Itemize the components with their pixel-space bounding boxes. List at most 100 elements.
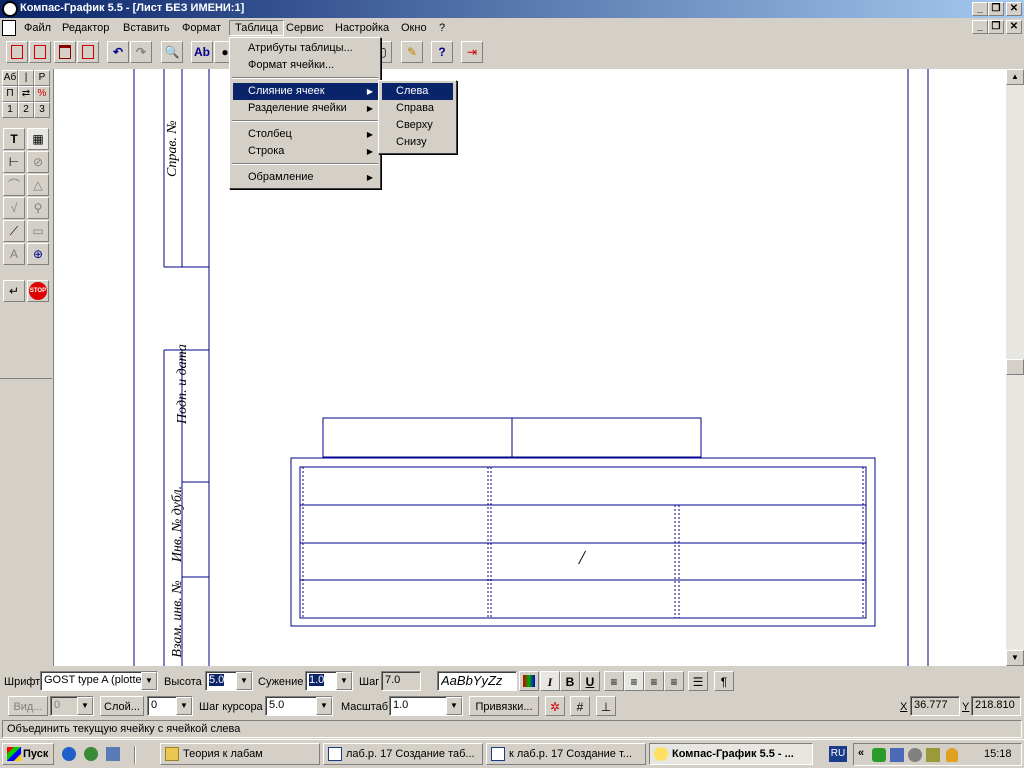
menu-insert[interactable]: Вставить [118,20,175,36]
palette-r[interactable]: Р [34,70,50,86]
menu-row[interactable]: Строка ▶ [233,143,379,160]
menu-help[interactable]: ? [434,20,450,36]
local-cs-icon[interactable]: ⊥ [596,696,616,716]
table-icon[interactable]: ▦ [27,128,49,150]
merge-left-item[interactable]: Слева [382,83,453,100]
taskbar-item-word-2[interactable]: к лаб.р. 17 Создание т... [486,743,646,765]
close-button[interactable]: ✕ [1006,2,1022,16]
leader-icon[interactable]: ⚲ [27,197,49,219]
align-justify-icon[interactable]: ≡ [664,671,684,691]
line-icon[interactable]: ⟋ [3,220,25,242]
snaps-button[interactable]: Привязки... [469,696,539,716]
rect-icon[interactable]: ▭ [27,220,49,242]
dimension-icon[interactable]: ⊢ [3,151,25,173]
roughness-icon[interactable]: √ [3,197,25,219]
height-combo[interactable]: 5.0 ▼ [205,671,253,691]
language-indicator[interactable]: RU [829,746,847,762]
document-icon[interactable] [2,20,16,36]
taskbar-item-folder[interactable]: Теория к лабам [160,743,320,765]
align-left-icon[interactable]: ≡ [604,671,624,691]
pen-icon[interactable]: ✎ [401,41,423,63]
stop-icon[interactable]: STOP [27,280,49,302]
chevron-down-icon[interactable]: ▼ [316,697,332,715]
save-icon[interactable] [77,41,99,63]
x-coordinate-field[interactable]: 36.777 [910,696,960,716]
bold-button[interactable]: B [560,671,580,691]
palette-p[interactable]: П [2,86,18,102]
drawing-canvas[interactable]: Справ. № Подп. и дата Инв. № дубл. Взам.… [53,69,1006,666]
scroll-up-button[interactable]: ▲ [1006,69,1024,85]
tray-app-icon[interactable] [872,748,886,762]
palette-arrows[interactable]: ⇄ [18,86,34,102]
enter-icon[interactable]: ↵ [3,280,25,302]
menu-column[interactable]: Столбец ▶ [233,126,379,143]
spellcheck-icon[interactable]: Ab [191,41,213,63]
triangle-icon[interactable]: △ [27,174,49,196]
list-icon[interactable]: ☰ [688,671,708,691]
chevron-down-icon[interactable]: ▼ [176,697,192,715]
narrow-combo[interactable]: 1.0 ▼ [305,671,353,691]
menu-service[interactable]: Сервис [281,20,329,36]
y-coordinate-field[interactable]: 218.810 [971,696,1021,716]
open-sheet-icon[interactable] [54,41,76,63]
paragraph-button[interactable]: ¶ [714,671,734,691]
chevron-down-icon[interactable]: ▼ [336,672,352,690]
italic-button[interactable]: I [540,671,560,691]
taskbar-item-word-1[interactable]: лаб.р. 17 Создание таб... [323,743,483,765]
kompas-app-icon[interactable] [2,1,18,17]
chevron-down-icon[interactable]: ▼ [141,672,157,690]
menu-window[interactable]: Окно [396,20,432,36]
menu-editor[interactable]: Редактор [57,20,114,36]
vertical-scrollbar[interactable]: ▲ ▼ [1006,69,1024,666]
tray-expand-icon[interactable]: « [858,747,864,759]
view-button[interactable]: Вид... [8,696,48,716]
menu-table[interactable]: Таблица [229,20,285,36]
merge-top-item[interactable]: Сверху [382,117,453,134]
doc-minimize-button[interactable]: _ [972,20,988,34]
tray-volume-icon[interactable] [908,748,922,762]
media-icon[interactable] [106,747,120,761]
palette-text-size[interactable]: Аб [2,70,18,86]
cursor-step-combo[interactable]: 5.0 ▼ [265,696,333,716]
palette-2[interactable]: 2 [18,102,34,118]
arc-icon[interactable]: ⌒ [3,174,25,196]
palette-percent[interactable]: % [34,86,50,102]
chevron-down-icon[interactable]: ▼ [236,672,252,690]
palette-dimension[interactable]: |↔| [18,70,34,97]
tray-security-icon[interactable] [946,748,958,762]
target-icon[interactable]: ⊕ [27,243,49,265]
chevron-down-icon[interactable]: ▼ [446,697,462,715]
new-fragment-icon[interactable] [29,41,51,63]
doc-restore-button[interactable]: ❐ [988,20,1004,34]
scroll-thumb[interactable] [1006,359,1024,375]
redo-icon[interactable]: ↷ [130,41,152,63]
step-field[interactable]: 7.0 [381,671,421,691]
ie-icon[interactable] [62,747,76,761]
merge-bottom-item[interactable]: Снизу [382,134,453,151]
grid-icon[interactable]: # [570,696,590,716]
view-combo[interactable]: 0 ▼ [50,696,94,716]
align-center-icon[interactable]: ≡ [624,671,644,691]
tray-network-icon[interactable] [890,748,904,762]
new-sheet-icon[interactable] [6,41,28,63]
menu-settings[interactable]: Настройка [330,20,394,36]
layer-combo[interactable]: 0 ▼ [147,696,193,716]
underline-button[interactable]: U [580,671,600,691]
outlook-icon[interactable] [84,747,98,761]
exit-icon[interactable]: ⇥ [461,41,483,63]
menu-file[interactable]: Файл [19,20,56,36]
chevron-down-icon[interactable]: ▼ [77,697,93,715]
color-icon[interactable] [519,671,539,691]
menu-cell-format[interactable]: Формат ячейки... [233,57,377,74]
doc-close-button[interactable]: ✕ [1006,20,1022,34]
start-button[interactable]: Пуск [2,743,54,765]
scale-combo[interactable]: 1.0 ▼ [389,696,463,716]
palette-3[interactable]: 3 [34,102,50,118]
align-right-icon[interactable]: ≡ [644,671,664,691]
snap-settings-icon[interactable]: ✲ [545,696,565,716]
tray-util-icon[interactable] [926,748,940,762]
minimize-button[interactable]: _ [972,2,988,16]
undo-icon[interactable]: ↶ [107,41,129,63]
merge-right-item[interactable]: Справа [382,100,453,117]
label-icon[interactable]: A [3,243,25,265]
